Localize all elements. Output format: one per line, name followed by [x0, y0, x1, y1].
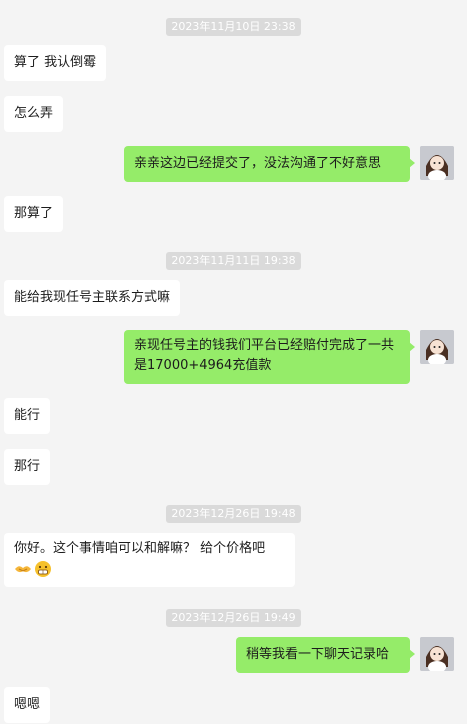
grin-emoji-icon	[35, 560, 51, 577]
message-bubble-incoming[interactable]: 你好。这个事情咱可以和解嘛？ 给个价格吧	[4, 533, 295, 587]
message-text: 那算了	[14, 206, 54, 221]
user-avatar[interactable]	[420, 330, 454, 364]
message-bubble-outgoing[interactable]: 稍等我看一下聊天记录哈	[236, 637, 415, 673]
message-bubble-outgoing[interactable]: 亲现任号主的钱我们平台已经赔付完成了一共是17000+4964充值款	[124, 330, 415, 384]
message-text: 亲现任号主的钱我们平台已经赔付完成了一共是17000+4964充值款	[134, 338, 395, 373]
message-text: 亲亲这边已经提交了，没法沟通了不好意思	[134, 156, 382, 171]
message-bubble-incoming[interactable]: 算了 我认倒霉	[4, 45, 107, 81]
message-bubble-incoming[interactable]: 能行	[4, 398, 51, 434]
message-bubble-outgoing[interactable]: 亲亲这边已经提交了，没法沟通了不好意思	[124, 146, 415, 182]
chat-history: 2023年11月10日 23:38 算了 我认倒霉 怎么弄 亲亲这边已经提交了，…	[0, 0, 467, 724]
timestamp-label: 2023年11月11日 19:38	[166, 252, 301, 270]
message-bubble-incoming[interactable]: 嗯嗯	[4, 687, 51, 723]
timestamp: 2023年12月26日 19:49	[0, 606, 467, 627]
message-text: 怎么弄	[14, 106, 54, 121]
message-text: 稍等我看一下聊天记录哈	[246, 647, 390, 662]
message-bubble-incoming[interactable]: 那算了	[4, 196, 64, 232]
message-bubble-incoming[interactable]: 怎么弄	[4, 96, 64, 132]
message-text: 你好。这个事情咱可以和解嘛？ 给个价格吧	[14, 541, 266, 556]
message-text: 嗯嗯	[14, 697, 41, 712]
timestamp: 2023年11月11日 19:38	[0, 249, 467, 270]
avatar-girl-icon	[420, 637, 454, 671]
message-text: 能行	[14, 408, 41, 423]
message-bubble-incoming[interactable]: 那行	[4, 449, 51, 485]
timestamp-label: 2023年12月26日 19:48	[166, 505, 301, 523]
message-text: 能给我现任号主联系方式嘛	[14, 290, 171, 305]
timestamp-label: 2023年11月10日 23:38	[166, 18, 301, 36]
handshake-emoji-icon	[15, 565, 31, 572]
message-text: 算了 我认倒霉	[14, 55, 97, 70]
timestamp: 2023年12月26日 19:48	[0, 502, 467, 523]
avatar-girl-icon	[420, 330, 454, 364]
timestamp-label: 2023年12月26日 19:49	[166, 609, 301, 627]
user-avatar[interactable]	[420, 146, 454, 180]
message-text: 那行	[14, 459, 41, 474]
message-bubble-incoming[interactable]: 能给我现任号主联系方式嘛	[4, 280, 181, 316]
user-avatar[interactable]	[420, 637, 454, 671]
avatar-girl-icon	[420, 146, 454, 180]
timestamp: 2023年11月10日 23:38	[0, 15, 467, 36]
